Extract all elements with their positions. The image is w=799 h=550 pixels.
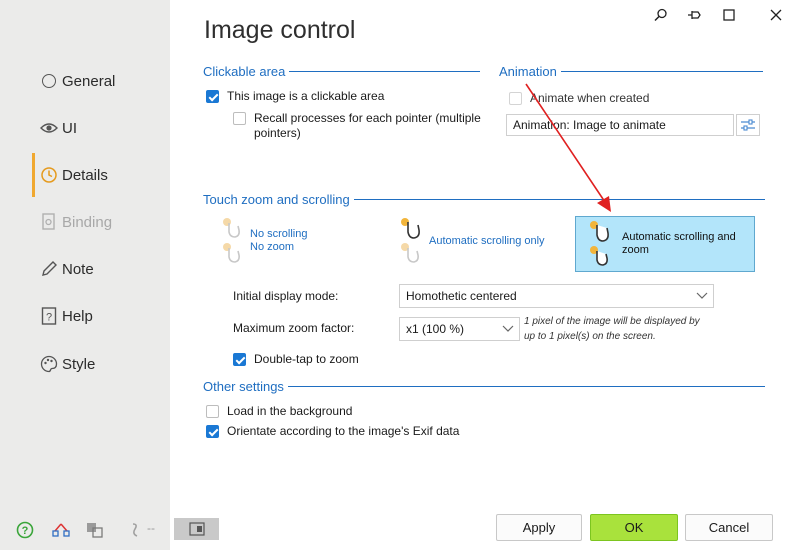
page-title: Image control [204, 16, 356, 44]
translate-icon[interactable] [84, 519, 106, 541]
other-settings-section: Other settings [203, 378, 765, 394]
sidebar-item-ui[interactable]: UI [32, 106, 170, 150]
hand-zoom-icon [584, 220, 614, 268]
link-placeholder: -- [147, 521, 155, 535]
chevron-down-icon [497, 325, 519, 333]
double-tap-checkbox[interactable]: Double-tap to zoom [233, 352, 359, 366]
clickable-area-section: Clickable area [203, 63, 480, 79]
section-header: Animation [499, 63, 557, 79]
sidebar-item-label: Note [62, 260, 94, 278]
eye-icon [40, 119, 58, 137]
cancel-button[interactable]: Cancel [685, 514, 773, 541]
checkbox-label: Load in the background [227, 404, 353, 418]
option-automatic-scrolling-and-zoom[interactable]: Automatic scrolling and zoom [575, 216, 755, 272]
zoom-note: 1 pixel of the image will be displayed b… [524, 316, 700, 342]
section-divider [353, 199, 765, 200]
sidebar-item-label: Style [62, 355, 96, 373]
option-label: Automatic scrolling and zoom [622, 231, 736, 256]
initial-display-select[interactable]: Homothetic centered [399, 284, 714, 308]
checkbox-label: Orientate according to the image's Exif … [227, 424, 460, 438]
checkbox-label: Double-tap to zoom [254, 352, 359, 366]
link-icon[interactable] [124, 519, 146, 541]
option-label: Automatic scrolling only [429, 234, 545, 247]
select-value: x1 (100 %) [406, 322, 465, 336]
checkbox-icon[interactable] [233, 112, 246, 125]
section-header: Other settings [203, 378, 284, 394]
option-automatic-scrolling-only[interactable]: Automatic scrolling only [396, 214, 566, 268]
section-divider [560, 71, 763, 72]
pencil-icon [40, 260, 58, 278]
sidebar: General UI Details Binding Note ? Help S… [0, 0, 170, 550]
animation-section: Animation [499, 63, 763, 79]
recall-processes-checkbox[interactable]: Recall processes for each pointer (multi… [233, 111, 481, 141]
close-icon[interactable] [765, 4, 787, 26]
ok-button[interactable]: OK [590, 514, 678, 541]
chevron-down-icon [691, 292, 713, 300]
svg-text:?: ? [22, 525, 29, 537]
search-icon[interactable] [650, 4, 672, 26]
option-no-scrolling[interactable]: No scrolling No zoom [217, 214, 377, 268]
max-zoom-select[interactable]: x1 (100 %) [399, 317, 520, 341]
sidebar-item-label: Details [62, 166, 108, 184]
clickable-area-checkbox[interactable]: This image is a clickable area [206, 89, 384, 103]
svg-text:?: ? [46, 312, 52, 324]
sidebar-item-general[interactable]: General [32, 59, 170, 103]
apply-button[interactable]: Apply [496, 514, 582, 541]
exif-orientation-checkbox[interactable]: Orientate according to the image's Exif … [206, 424, 459, 438]
checkbox-label: Recall processes for each pointer (multi… [254, 111, 481, 140]
radio-icon [40, 72, 58, 90]
checkbox-icon[interactable] [509, 92, 522, 105]
animate-when-created-checkbox[interactable]: Animate when created [509, 91, 649, 105]
select-value: Homothetic centered [406, 289, 517, 303]
option-label: No scrolling No zoom [250, 228, 308, 253]
sidebar-item-label: Help [62, 307, 93, 325]
checkbox-checked-icon[interactable] [206, 425, 219, 438]
checkbox-label: This image is a clickable area [227, 89, 385, 103]
help-circle-icon[interactable]: ? [14, 519, 36, 541]
section-divider [287, 386, 765, 387]
checkbox-checked-icon[interactable] [233, 353, 246, 366]
hierarchy-icon[interactable] [50, 519, 72, 541]
palette-icon [40, 355, 58, 373]
initial-display-label: Initial display mode: [233, 289, 339, 303]
section-divider [289, 71, 480, 72]
help-icon: ? [40, 307, 58, 325]
clock-icon [40, 166, 58, 184]
maximize-icon[interactable] [718, 4, 740, 26]
hand-disabled-icon [217, 217, 245, 265]
sidebar-item-label: UI [62, 119, 77, 137]
sidebar-item-label: Binding [62, 213, 113, 231]
section-header: Clickable area [203, 63, 286, 79]
hand-scroll-icon [396, 217, 424, 265]
sidebar-item-help[interactable]: ? Help [32, 294, 170, 338]
pin-icon[interactable] [684, 4, 706, 26]
checkbox-icon[interactable] [206, 405, 219, 418]
sidebar-item-note[interactable]: Note [32, 247, 170, 291]
sidebar-item-label: General [62, 72, 116, 90]
checkbox-checked-icon[interactable] [206, 90, 219, 103]
selection-toggle-icon[interactable] [174, 518, 219, 540]
checkbox-label: Animate when created [530, 91, 650, 105]
max-zoom-label: Maximum zoom factor: [233, 321, 355, 335]
binding-icon [40, 213, 58, 231]
sidebar-item-style[interactable]: Style [32, 342, 170, 386]
load-in-background-checkbox[interactable]: Load in the background [206, 404, 352, 418]
settings-sliders-icon[interactable] [736, 114, 760, 136]
sidebar-item-binding[interactable]: Binding [32, 200, 170, 244]
section-header: Touch zoom and scrolling [203, 191, 350, 207]
touch-zoom-section: Touch zoom and scrolling [203, 191, 765, 207]
sidebar-bottom-bar: ? -- [0, 515, 170, 545]
sidebar-item-details[interactable]: Details [32, 153, 170, 197]
animation-field[interactable]: Animation: Image to animate [506, 114, 734, 136]
